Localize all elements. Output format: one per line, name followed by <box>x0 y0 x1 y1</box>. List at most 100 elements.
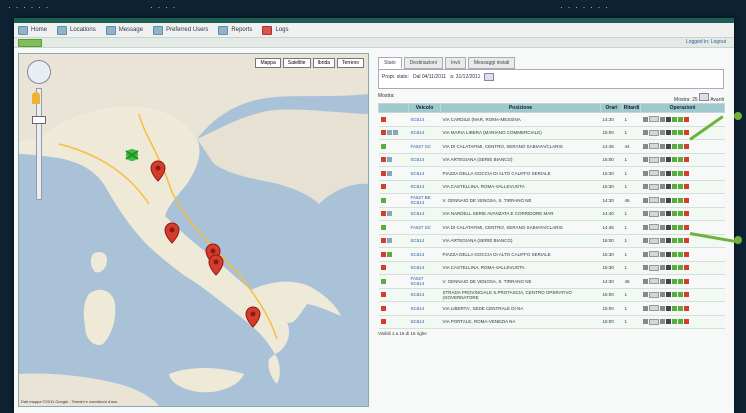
edit-field[interactable] <box>648 278 659 285</box>
doc-icon[interactable] <box>659 292 665 298</box>
filter-apply-button[interactable] <box>484 73 495 81</box>
truck-icon[interactable] <box>642 197 648 203</box>
delete-icon[interactable] <box>683 265 689 271</box>
col-header-position[interactable]: Posizione <box>440 103 601 113</box>
phone-icon[interactable] <box>665 238 671 244</box>
send-icon[interactable] <box>677 197 683 203</box>
edit-field[interactable] <box>648 318 659 325</box>
doc-icon[interactable] <box>659 251 665 257</box>
truck-icon[interactable] <box>642 251 648 257</box>
phone-icon[interactable] <box>665 197 671 203</box>
phone-icon[interactable] <box>665 305 671 311</box>
phone-icon[interactable] <box>665 143 671 149</box>
edit-field[interactable] <box>648 197 659 204</box>
truck-icon[interactable] <box>642 265 648 271</box>
truck-icon[interactable] <box>642 184 648 190</box>
edit-field[interactable] <box>648 224 659 231</box>
delete-icon[interactable] <box>683 211 689 217</box>
truck-icon[interactable] <box>642 170 648 176</box>
edit-field[interactable] <box>648 251 659 258</box>
doc-icon[interactable] <box>659 116 665 122</box>
vehicle-link[interactable]: FA527 SC <box>411 144 439 149</box>
ok-button-icon[interactable] <box>671 251 677 257</box>
ok-button-icon[interactable] <box>671 116 677 122</box>
vehicle-link[interactable]: SC614 <box>411 130 439 135</box>
delete-icon[interactable] <box>683 319 689 325</box>
phone-icon[interactable] <box>665 184 671 190</box>
vehicle-link[interactable]: SC614 <box>411 171 439 176</box>
records-per-page[interactable]: Mostra: 25 <box>674 97 698 103</box>
tab-destinations[interactable]: Destinazioni <box>403 57 443 69</box>
ok-button-icon[interactable] <box>671 130 677 136</box>
table-row[interactable]: SC614 PIAZZA DELLA GOCCIA DI ALTO CALIFFO… <box>378 247 725 262</box>
edit-field[interactable] <box>648 156 659 163</box>
truck-icon[interactable] <box>642 130 648 136</box>
truck-icon[interactable] <box>642 143 648 149</box>
vehicle-link[interactable]: SC614 <box>411 211 439 216</box>
delete-icon[interactable] <box>683 143 689 149</box>
map-marker[interactable] <box>245 306 261 328</box>
phone-icon[interactable] <box>665 265 671 271</box>
vehicle-link[interactable]: FA527 SC614 <box>411 276 439 286</box>
send-icon[interactable] <box>677 130 683 136</box>
vehicle-link[interactable]: SC614 <box>411 117 439 122</box>
phone-icon[interactable] <box>665 224 671 230</box>
logout-link[interactable]: Logged in: Logout <box>686 39 726 45</box>
doc-icon[interactable] <box>659 305 665 311</box>
ok-button-icon[interactable] <box>671 170 677 176</box>
delete-icon[interactable] <box>683 224 689 230</box>
send-icon[interactable] <box>677 251 683 257</box>
edit-field[interactable] <box>648 183 659 190</box>
doc-icon[interactable] <box>659 211 665 217</box>
send-icon[interactable] <box>677 143 683 149</box>
table-row[interactable]: SC614 VIA LIBERTA', SEDE CENTRALE DI NA 15… <box>378 301 725 316</box>
doc-icon[interactable] <box>659 224 665 230</box>
vehicle-link[interactable]: SC614 <box>411 292 439 297</box>
tab-status[interactable]: Stato <box>378 57 402 69</box>
truck-icon[interactable] <box>642 319 648 325</box>
delete-icon[interactable] <box>683 184 689 190</box>
send-icon[interactable] <box>677 305 683 311</box>
doc-icon[interactable] <box>659 278 665 284</box>
ok-button-icon[interactable] <box>671 319 677 325</box>
phone-icon[interactable] <box>665 319 671 325</box>
vehicle-link[interactable]: SC614 <box>411 306 439 311</box>
ok-button-icon[interactable] <box>671 157 677 163</box>
vehicle-link[interactable]: SC614 <box>411 319 439 324</box>
records-select[interactable] <box>699 93 710 101</box>
delete-icon[interactable] <box>683 278 689 284</box>
edit-field[interactable] <box>648 237 659 244</box>
edit-field[interactable] <box>648 305 659 312</box>
ok-button-icon[interactable] <box>671 238 677 244</box>
truck-icon[interactable] <box>642 224 648 230</box>
delete-icon[interactable] <box>683 170 689 176</box>
ok-button-icon[interactable] <box>671 278 677 284</box>
map-marker[interactable] <box>164 222 180 244</box>
edit-field[interactable] <box>648 210 659 217</box>
vehicle-link[interactable]: FA527 BE SC614 <box>411 195 439 205</box>
ok-button-icon[interactable] <box>671 143 677 149</box>
doc-icon[interactable] <box>659 143 665 149</box>
send-icon[interactable] <box>677 319 683 325</box>
send-icon[interactable] <box>677 238 683 244</box>
delete-icon[interactable] <box>683 251 689 257</box>
vehicle-link[interactable]: SC614 <box>411 184 439 189</box>
delete-icon[interactable] <box>683 238 689 244</box>
doc-icon[interactable] <box>659 184 665 190</box>
phone-icon[interactable] <box>665 251 671 257</box>
ok-button-icon[interactable] <box>671 211 677 217</box>
table-row[interactable]: SC614 VIA ARTEGIANA (SERIE BIANCO) 16:00 1 <box>378 153 725 167</box>
doc-icon[interactable] <box>659 130 665 136</box>
phone-icon[interactable] <box>665 130 671 136</box>
send-icon[interactable] <box>677 292 683 298</box>
col-header-vehicle[interactable]: Veicolo <box>408 103 441 113</box>
ok-button-icon[interactable] <box>671 265 677 271</box>
col-header-time[interactable]: Orari <box>600 103 623 113</box>
send-icon[interactable] <box>677 157 683 163</box>
tab-sends[interactable]: Invii <box>444 57 466 69</box>
vehicle-link[interactable]: SC614 <box>411 157 439 162</box>
phone-icon[interactable] <box>665 170 671 176</box>
table-row[interactable]: FA527 SC VIA DI CALATAFIMI, CENTRO, SERAN… <box>378 220 725 235</box>
doc-icon[interactable] <box>659 319 665 325</box>
truck-icon[interactable] <box>642 238 648 244</box>
